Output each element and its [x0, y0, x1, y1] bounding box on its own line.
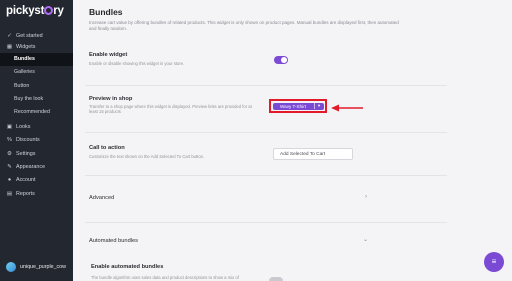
chat-icon: ≡: [491, 257, 497, 266]
user-name: unique_purple_cow: [20, 264, 66, 270]
enable-automated-title: Enable automated bundles: [91, 264, 164, 270]
person-icon: ●: [7, 177, 12, 184]
sidebar-item-label: Get started: [16, 32, 43, 39]
call-to-action-description: Customize the text shown on the Add Sele…: [89, 154, 205, 159]
preview-description: Transfer to a shop page where this widge…: [89, 104, 252, 115]
pickystory-logo[interactable]: pickyst ry: [6, 5, 64, 17]
sidebar-item-appearance[interactable]: ✎ Appearance: [0, 161, 73, 172]
check-circle-icon: ✓: [7, 32, 12, 39]
enable-widget-toggle[interactable]: [274, 56, 288, 64]
chat-support-button[interactable]: ≡: [484, 252, 504, 272]
sidebar-item-label: Reports: [16, 190, 35, 197]
preview-product-dropdown[interactable]: Wavy T-Shirt ▾: [272, 102, 324, 110]
sidebar-item-reports[interactable]: ▤ Reports: [0, 188, 73, 199]
chevron-down-icon[interactable]: ▾: [315, 103, 324, 109]
red-arrow-icon: [331, 104, 363, 112]
chart-icon: ▤: [6, 190, 13, 197]
divider: [85, 85, 447, 86]
advanced-section-toggle[interactable]: Advanced: [89, 195, 114, 201]
sidebar-item-label: Looks: [16, 124, 31, 131]
image-icon: ▣: [6, 124, 13, 131]
page-description: Increase cart value by offering bundles …: [89, 20, 399, 31]
divider: [85, 132, 447, 133]
preview-selected-label: Wavy T-Shirt: [279, 103, 307, 109]
chevron-right-icon[interactable]: ›: [365, 194, 367, 200]
sidebar-item-label: Widgets: [16, 43, 36, 50]
sidebar-item-get-started[interactable]: ✓ Get started: [0, 30, 73, 41]
sidebar-nav: ✓ Get started ▦ Widgets Bundles Gallerie…: [0, 30, 73, 199]
sidebar-subitem-button[interactable]: Button: [0, 79, 73, 92]
sidebar-item-looks[interactable]: ▣ Looks: [0, 122, 73, 133]
sidebar-item-label: Account: [16, 177, 36, 184]
sidebar-item-label: Discounts: [16, 137, 40, 144]
automated-bundles-toggle[interactable]: Automated bundles: [89, 238, 138, 244]
divider: [85, 175, 447, 176]
enable-automated-description: The bundle algorithm uses sales data and…: [91, 275, 239, 280]
sidebar-subitem-buy-the-look[interactable]: Buy the look: [0, 92, 73, 105]
toggle-knob: [281, 57, 287, 63]
sidebar-subitem-galleries[interactable]: Galleries: [0, 66, 73, 79]
grid-icon: ▦: [6, 43, 13, 50]
enable-widget-description: Enable or disable showing this widget in…: [89, 61, 185, 66]
enable-widget-title: Enable widget: [89, 52, 128, 58]
chevron-down-icon[interactable]: ⌄: [363, 236, 368, 243]
gear-icon: ⚙: [7, 150, 12, 157]
sidebar-item-label: Appearance: [16, 164, 46, 171]
enable-automated-toggle[interactable]: [269, 277, 283, 281]
preview-highlight-box: Wavy T-Shirt ▾: [269, 99, 327, 113]
paint-icon: ✎: [7, 164, 12, 171]
sidebar-item-account[interactable]: ● Account: [0, 175, 73, 186]
sidebar-subitem-recommended[interactable]: Recommended: [0, 105, 73, 118]
sidebar: pickyst ry ✓ Get started ▦ Widgets Bundle…: [0, 0, 73, 281]
sidebar-item-discounts[interactable]: % Discounts: [0, 135, 73, 146]
call-to-action-title: Call to action: [89, 145, 125, 151]
user-account-menu[interactable]: unique_purple_cow: [6, 262, 66, 272]
avatar: [6, 262, 16, 272]
call-to-action-input[interactable]: Add Selected To Cart: [273, 148, 353, 160]
page-title: Bundles: [89, 7, 123, 17]
sidebar-item-settings[interactable]: ⚙ Settings: [0, 148, 73, 159]
divider: [85, 222, 447, 223]
main-content: Bundles Increase cart value by offering …: [73, 0, 512, 281]
sidebar-subitem-bundles[interactable]: Bundles: [0, 52, 73, 66]
sidebar-item-label: Settings: [16, 150, 36, 157]
percent-icon: %: [7, 137, 12, 144]
sidebar-item-widgets[interactable]: ▦ Widgets: [0, 41, 73, 52]
preview-title: Preview in shop: [89, 96, 133, 102]
